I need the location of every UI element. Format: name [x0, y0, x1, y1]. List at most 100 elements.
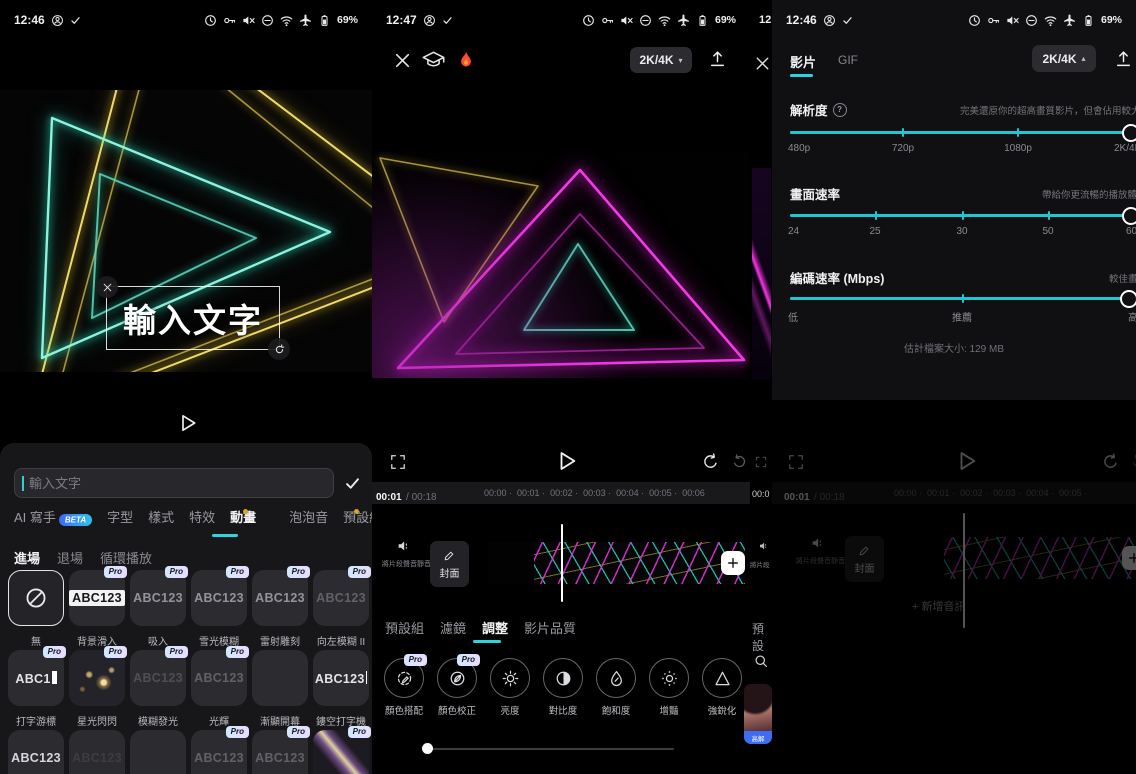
mute-icon: [1006, 14, 1019, 27]
preset-tile[interactable]: ABC123 鏤空打字機: [313, 650, 369, 728]
timeline-ruler[interactable]: 00:00 ·00:01 ·00:02 ·00:03 ·00:04 ·00:05…: [484, 488, 705, 498]
profile-icon: [823, 14, 836, 27]
text-caret: [22, 476, 24, 491]
tab-presets[interactable]: 預設組: [385, 618, 424, 637]
delete-handle[interactable]: [96, 276, 118, 298]
tool-contrast[interactable]: 對比度: [539, 658, 587, 717]
add-clip-button[interactable]: [721, 551, 745, 575]
resolution-slider-knob[interactable]: [1122, 124, 1136, 142]
wifi-icon: [280, 14, 293, 27]
tab-video[interactable]: 影片: [790, 52, 816, 71]
preset-tile[interactable]: ABC123: [8, 730, 64, 774]
clock-icon: [582, 14, 595, 27]
sharpen-icon: [713, 669, 732, 688]
tab-filters[interactable]: 濾鏡: [440, 618, 466, 637]
text-tool-sheet: AI 寫手BETA 字型 樣式 特效 動畫 泡泡音 預設組 進場 退場 循環播放: [0, 443, 372, 774]
preset-tile[interactable]: ProABC123 向左模糊 II: [313, 570, 369, 648]
panel-export-settings: 12:46 69% 影片 GIF 2K/4K▴ 解析度: [772, 0, 1136, 774]
active-tab-underline: [790, 74, 813, 77]
export-button[interactable]: [1114, 49, 1133, 68]
preset-tile[interactable]: Pro 星光閃閃: [69, 650, 125, 728]
play-button[interactable]: [556, 450, 578, 472]
rotate-handle[interactable]: [268, 338, 290, 360]
confirm-check-icon[interactable]: [344, 475, 361, 492]
airplane-icon: [677, 14, 690, 27]
tab-quality[interactable]: 影片品質: [524, 618, 576, 637]
search-icon[interactable]: [754, 654, 769, 669]
close-button[interactable]: [754, 55, 771, 72]
tool-color-correct[interactable]: Pro 顏色校正: [433, 658, 481, 717]
key-icon: [987, 14, 1000, 27]
bitrate-slider-track[interactable]: [790, 297, 1132, 300]
tool-sharpen[interactable]: 強銳化: [698, 658, 746, 717]
framerate-slider-knob[interactable]: [1122, 207, 1136, 225]
fullscreen-button[interactable]: [390, 454, 406, 470]
tab-adjust[interactable]: 調整: [482, 618, 508, 637]
resolution-button[interactable]: 2K/4K▴: [1032, 45, 1096, 72]
preset-tile[interactable]: ProABC123 雷射雕刻: [252, 570, 308, 648]
fullscreen-button: [788, 454, 804, 470]
adjust-slider-knob[interactable]: [422, 743, 433, 754]
bitrate-slider-knob[interactable]: [1120, 290, 1136, 308]
subtab-in[interactable]: 進場: [14, 548, 40, 567]
play-button[interactable]: [178, 413, 198, 433]
playhead: [963, 513, 965, 628]
slider-label: 24: [788, 226, 799, 237]
preset-tile[interactable]: [130, 730, 186, 774]
timeline-clip[interactable]: [488, 542, 745, 584]
tab-bubble[interactable]: 泡泡音: [289, 507, 328, 526]
preset-tile[interactable]: ProABC123 模糊發光: [130, 650, 186, 728]
check-icon: [442, 15, 453, 26]
subtab-loop[interactable]: 循環播放: [100, 548, 152, 567]
pro-badge: Pro: [43, 646, 66, 658]
tab-gif[interactable]: GIF: [838, 53, 858, 67]
contrast-icon: [554, 669, 573, 688]
tool-vibrance[interactable]: 增豔: [645, 658, 693, 717]
airplane-icon: [1063, 14, 1076, 27]
playhead[interactable]: [561, 524, 563, 602]
framerate-slider-track[interactable]: [790, 214, 1132, 217]
cover-button[interactable]: 封面: [430, 541, 469, 587]
help-icon[interactable]: ?: [833, 103, 847, 117]
redo-button[interactable]: [732, 454, 747, 469]
preset-tile[interactable]: 漸顯開幕: [252, 650, 308, 728]
preset-tile[interactable]: ProABC1 打字游標: [8, 650, 64, 728]
tab-font[interactable]: 字型: [107, 507, 133, 526]
tool-saturation[interactable]: 飽和度: [592, 658, 640, 717]
undo-button[interactable]: [702, 453, 719, 470]
tool-brightness[interactable]: 亮度: [486, 658, 534, 717]
text-element[interactable]: 輸入文字: [106, 286, 280, 350]
preset-tile[interactable]: ProABC123 雪光模糊: [191, 570, 247, 648]
preset-tile[interactable]: ProABC123 光輝: [191, 650, 247, 728]
tutorial-cap-icon[interactable]: [422, 49, 445, 72]
check-icon: [70, 15, 81, 26]
resolution-slider-track[interactable]: [790, 131, 1132, 134]
text-tabs: AI 寫手BETA 字型 樣式 特效 動畫 泡泡音 預設組: [14, 507, 382, 526]
tool-color-match[interactable]: Pro 顏色搭配: [380, 658, 428, 717]
dnd-icon: [261, 14, 274, 27]
pro-badge: Pro: [226, 566, 249, 578]
adjust-slider-track[interactable]: [428, 748, 674, 750]
preset-tile[interactable]: ABC123: [69, 730, 125, 774]
animation-subtabs: 進場 退場 循環播放: [14, 548, 152, 567]
preset-tile[interactable]: Pro: [313, 730, 369, 774]
preset-none[interactable]: 無: [8, 570, 64, 648]
preset-tile[interactable]: ProABC123 背景滑入: [69, 570, 125, 648]
tab-ai-writer[interactable]: AI 寫手BETA: [14, 507, 92, 526]
dnd-icon: [639, 14, 652, 27]
tab-effects[interactable]: 特效: [189, 507, 215, 526]
export-button[interactable]: [708, 49, 727, 68]
preset-tile[interactable]: ProABC123 吸入: [130, 570, 186, 648]
battery-icon: [318, 14, 331, 27]
tab-style[interactable]: 樣式: [148, 507, 174, 526]
promo-card[interactable]: 高解: [744, 684, 772, 744]
subtab-out[interactable]: 退場: [57, 548, 83, 567]
video-preview-fragment: [752, 168, 771, 380]
resolution-button[interactable]: 2K/4K▾: [630, 47, 692, 73]
preset-tile[interactable]: ProABC123: [252, 730, 308, 774]
flame-icon[interactable]: [456, 50, 476, 70]
text-input[interactable]: [14, 468, 334, 498]
preset-tile[interactable]: ProABC123: [191, 730, 247, 774]
mute-clip-button[interactable]: 將片段聲音靜音: [382, 538, 426, 569]
close-button[interactable]: [393, 51, 412, 70]
